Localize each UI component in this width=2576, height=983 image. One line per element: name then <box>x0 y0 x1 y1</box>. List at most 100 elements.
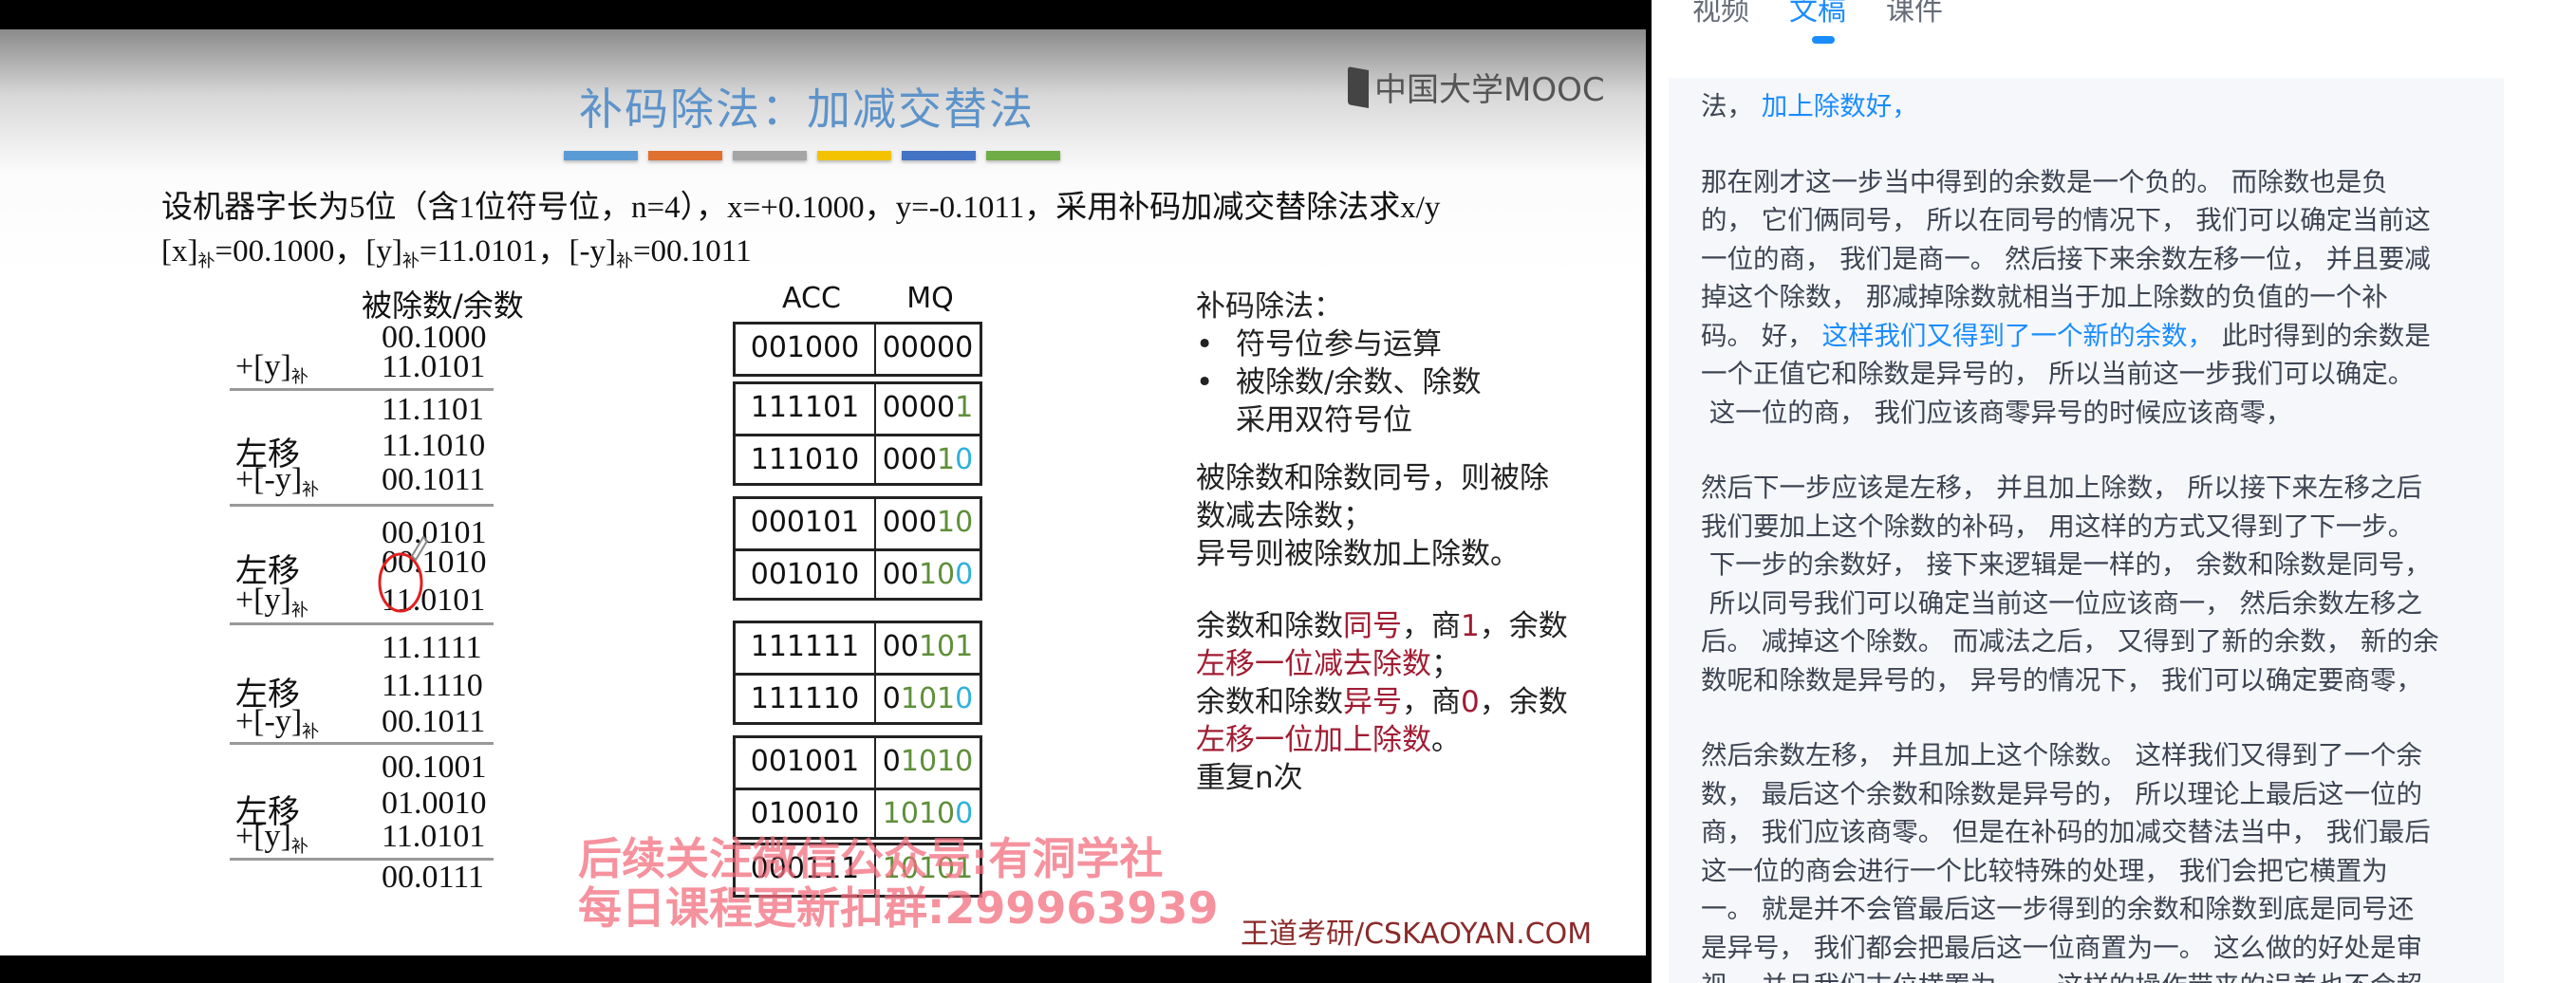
note-text: 异号则被除数加上除数。 <box>1196 537 1520 571</box>
mq-bits: 101 <box>900 682 956 715</box>
transcript-line: 商， 我们应该商零。 但是在补码的加减交替法当中， 我们最后 <box>1701 813 2504 852</box>
subscript: 补 <box>197 251 215 270</box>
lecture-slide: 补码除法：加减交替法 中国大学MOOC 设机器字长为5位（含1位符号位，n=4）… <box>0 29 1646 955</box>
mq-value: 01010 <box>876 738 980 788</box>
highlighted-sentence[interactable]: 这样我们又得到了一个新的余数， <box>1821 321 2213 351</box>
mq-bits: 1 <box>955 391 974 424</box>
note-text: 0 <box>1461 685 1480 719</box>
note-text: 同号 <box>1343 609 1402 643</box>
acc-value: 001010 <box>736 551 876 598</box>
transcript-line: 一位的商， 我们是商一。 然后接下来余数左移一位， 并且要减 <box>1701 240 2504 279</box>
mq-value: 00001 <box>876 384 980 434</box>
note-line: 异号则被除数加上除数。 <box>1196 529 1520 571</box>
sum-divider <box>230 388 494 391</box>
note-line: 采用双符号位 <box>1196 396 1412 437</box>
note-text: ，商 <box>1402 609 1461 643</box>
mq-value: 00010 <box>876 499 980 548</box>
transcript-paragraph: 那在刚才这一步当中得到的余数是一个负的。 而除数也是负 的， 它们俩同号， 所以在… <box>1701 163 2504 433</box>
text-segment: =00.1000，[y] <box>215 234 402 269</box>
mq-bits: 00 <box>882 630 919 663</box>
text-segment: [x] <box>161 234 198 269</box>
mq-value: 10100 <box>876 790 980 837</box>
mq-bits: 0 <box>955 558 974 591</box>
note-text: 被除数/余数、除数 <box>1236 365 1482 399</box>
register-row: 001001 01010 <box>736 738 980 788</box>
note-line: 余数和除数异号，商0，余数 <box>1196 677 1568 719</box>
step-value: 11.0101 <box>382 819 486 854</box>
subscript: 补 <box>615 251 633 270</box>
color-bar <box>648 151 722 160</box>
step-value: 11.1010 <box>382 428 486 463</box>
transcript-text: 然后下一步应该是左移， 并且加上除数， 所以接下来左移之后 <box>1701 473 2422 503</box>
mq-bits: 00000 <box>882 331 974 364</box>
step-label: +[y]补 <box>235 819 378 858</box>
register-group: 001000 00000 <box>733 322 982 377</box>
mq-bits: 00 <box>882 558 919 591</box>
problem-statement: 设机器字长为5位（含1位符号位，n=4），x=+0.1000，y=-0.1011… <box>161 191 1441 225</box>
transcript-line: 码。 好， 这样我们又得到了一个新的余数， 此时得到的余数是 <box>1701 317 2504 356</box>
note-text: 。 <box>1431 723 1461 757</box>
note-text: 余数和除数 <box>1196 609 1343 643</box>
note-line: 余数和除数同号，商1，余数 <box>1196 602 1568 643</box>
subscript: 补 <box>290 837 308 856</box>
panel-tabs: 视频 文稿 课件 <box>1692 0 1943 28</box>
mq-bits: 1010 <box>882 797 956 830</box>
transcript-line: 是异号， 我们都会把最后这一位商置为一。 这么做的好处是审 <box>1701 929 2504 968</box>
complement-values: [x]补=00.1000，[y]补=11.0101，[-y]补=00.1011 <box>161 225 752 272</box>
note-line: 数减去除数； <box>1196 492 1372 533</box>
tab-课件[interactable]: 课件 <box>1886 0 1943 28</box>
transcript-text: 下一步的余数好， 接下来逻辑是一样的， 余数和除数是同号， <box>1701 549 2431 580</box>
note-line: • 符号位参与运算 <box>1196 320 1442 362</box>
transcript-text: 这一位的商会进行一个比较特殊的处理， 我们会把它横置为 <box>1701 855 2388 886</box>
watermark: 后续关注微信公众号:有洞学社 每日课程更新扣群:299963939 <box>578 834 1218 933</box>
note-line: 左移一位减去除数； <box>1196 640 1461 681</box>
color-bar <box>986 151 1060 160</box>
label-text: +[y] <box>235 583 291 618</box>
transcript-text: 数呢和除数是异号的， 异号的情况下， 我们可以确定要商零， <box>1701 664 2422 696</box>
bullet-icon: • <box>1196 327 1214 362</box>
tab-视频[interactable]: 视频 <box>1692 0 1749 28</box>
transcript-line: 一。 就是并不会管最后这一步得到的余数和除数到底是同号还 <box>1701 890 2504 929</box>
note-text: 余数和除数 <box>1196 685 1343 719</box>
step-label: +[-y]补 <box>235 704 378 743</box>
note-text: 被除数和除数同号，则被除 <box>1196 461 1549 495</box>
transcript-text: 数， 最后这个余数和除数是异号的， 所以理论上最后这一位的 <box>1701 778 2422 809</box>
mq-bits: 10 <box>918 558 956 591</box>
step-value: 00.1011 <box>382 462 486 497</box>
transcript-text: 视， 并且我们末位横置为一， 这样的操作带来的误差也不会超 <box>1701 971 2422 983</box>
label-text: +[-y] <box>235 462 303 497</box>
sum-divider <box>230 622 494 625</box>
tab-文稿[interactable]: 文稿 <box>1789 0 1846 28</box>
transcript-text: 然后余数左移， 并且加上这个除数。 这样我们又得到了一个余 <box>1701 740 2422 770</box>
transcript-line: 然后余数左移， 并且加上这个除数。 这样我们又得到了一个余 <box>1701 736 2504 775</box>
note-text: ，余数 <box>1479 609 1568 643</box>
step-value: 00.0111 <box>382 860 484 895</box>
mq-bits: 000 <box>882 506 938 539</box>
note-text: 左移一位加上除数 <box>1196 723 1431 757</box>
label-text: +[-y] <box>235 704 303 739</box>
step-value: 00.1011 <box>382 704 486 739</box>
sum-divider <box>230 742 494 745</box>
note-text: ，余数 <box>1479 685 1568 719</box>
mq-bits: 0 <box>955 797 974 830</box>
register-row: 001000 00000 <box>736 325 980 374</box>
acc-value: 111110 <box>736 676 876 722</box>
transcript-card[interactable]: 法， 加上除数好， 那在刚才这一步当中得到的余数是一个负的。 而除数也是负 的， 它… <box>1669 78 2504 983</box>
transcript-line: 的， 它们俩同号， 所以在同号的情况下， 我们可以确定当前这 <box>1701 201 2504 240</box>
acc-value: 001000 <box>736 325 876 374</box>
transcript-text: 掉这个除数， 那减掉除数就相当于加上除数的负值的一个补 <box>1701 282 2388 312</box>
step-label: +[y]补 <box>235 349 378 388</box>
subscript: 补 <box>401 251 420 270</box>
step-value: 00.1001 <box>382 750 487 785</box>
register-group: 000101 00010 001010 00100 <box>733 496 982 601</box>
step-value: 11.1110 <box>382 668 483 703</box>
transcript-line: 这一位的商会进行一个比较特殊的处理， 我们会把它横置为 <box>1701 852 2504 891</box>
video-player[interactable]: 补码除法：加减交替法 中国大学MOOC 设机器字长为5位（含1位符号位，n=4）… <box>0 0 1652 983</box>
transcript-line: 数， 最后这个余数和除数是异号的， 所以理论上最后这一位的 <box>1701 775 2504 814</box>
acc-value: 111101 <box>736 384 876 434</box>
highlighted-sentence[interactable]: 加上除数好， <box>1762 91 1918 121</box>
note-text: 1 <box>1461 609 1480 643</box>
note-text: 符号位参与运算 <box>1236 327 1442 362</box>
subscript: 补 <box>290 601 308 620</box>
transcript-line: 这一位的商， 我们应该商零异号的时候应该商零， <box>1701 394 2504 433</box>
